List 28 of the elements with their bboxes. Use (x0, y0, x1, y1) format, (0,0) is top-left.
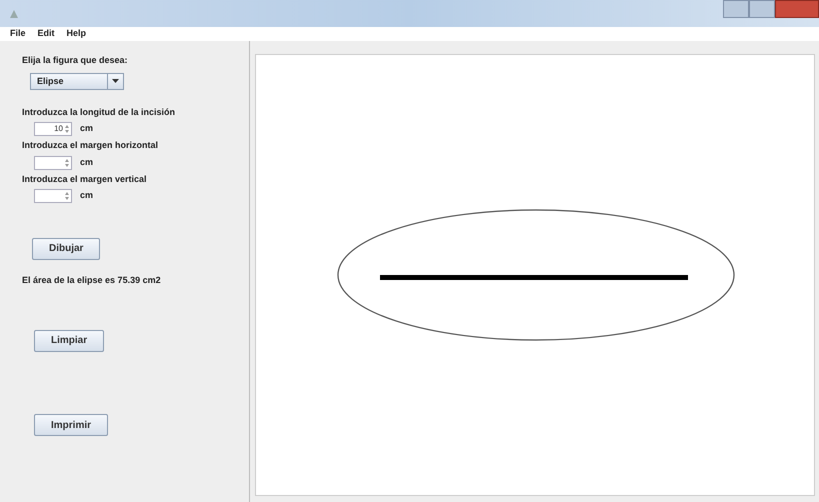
spinner-arrows-icon (65, 192, 69, 200)
unit-label: cm (80, 156, 94, 169)
unit-label: cm (80, 189, 94, 202)
spinner-arrows-icon (65, 125, 69, 133)
app-icon (8, 8, 20, 20)
result-text: El área de la elipse es 75.39 cm2 (22, 274, 162, 287)
caret-icon (112, 79, 119, 83)
unit-label: cm (80, 122, 94, 136)
close-button[interactable] (775, 0, 819, 18)
spinner-field[interactable]: 10 (34, 122, 72, 136)
print-button[interactable]: Imprimir (34, 414, 108, 436)
field-label: Introduzca el margen vertical (22, 172, 148, 186)
menu-item[interactable]: Help (66, 27, 86, 41)
field-label: Introduzca la longitud de la incisión (22, 106, 176, 119)
minimize-button[interactable] (723, 0, 749, 18)
menu-item[interactable]: File (10, 27, 26, 41)
clear-button[interactable]: Limpiar (34, 330, 104, 352)
shape-label: Elija la figura que desea: (22, 54, 129, 67)
field-label: Introduzca el margen horizontal (22, 139, 160, 152)
dropdown-value: Elipse (36, 74, 65, 88)
menu-item[interactable]: Edit (38, 27, 55, 41)
spinner-field[interactable] (34, 156, 72, 170)
spinner-field[interactable] (34, 189, 72, 203)
spinner-value: 10 (54, 123, 63, 135)
shape-dropdown[interactable]: Elipse (30, 72, 124, 90)
maximize-button[interactable] (749, 0, 775, 18)
spinner-arrows-icon (65, 158, 69, 166)
draw-button[interactable]: Dibujar (32, 238, 100, 260)
